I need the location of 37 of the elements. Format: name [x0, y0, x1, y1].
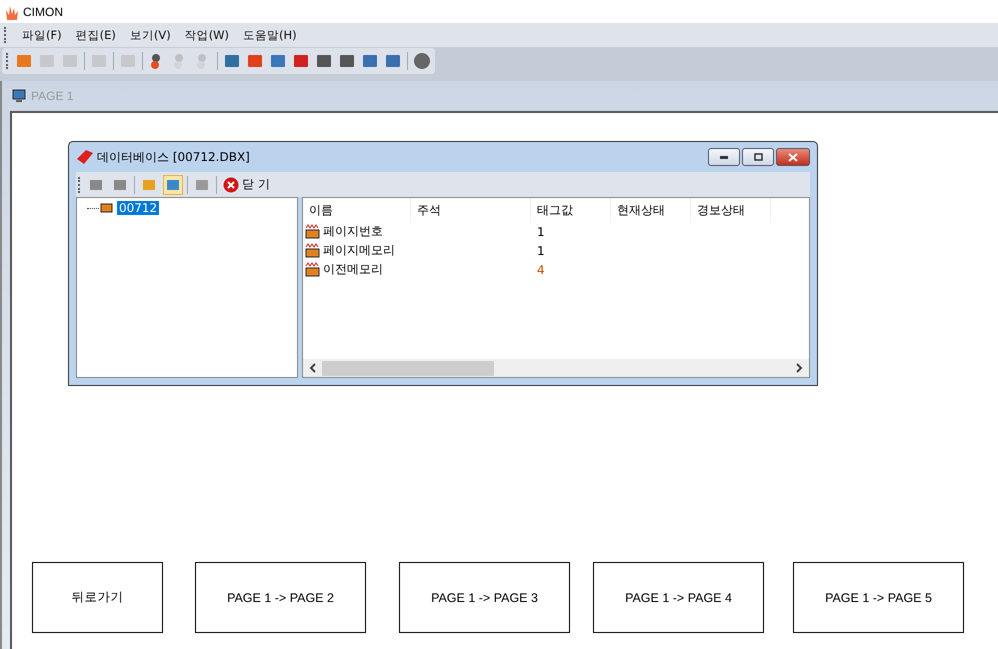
column-header[interactable]: 태그값: [531, 198, 611, 222]
menu-item[interactable]: 보기(V): [130, 28, 171, 42]
page-button[interactable]: PAGE 1 -> PAGE 3: [399, 562, 570, 633]
monitor-icon: [12, 89, 26, 103]
menu-item[interactable]: 편집(E): [76, 28, 116, 42]
close-icon: [788, 152, 798, 162]
column-header[interactable]: 주석: [411, 198, 531, 222]
column-header[interactable]: 이름: [303, 198, 411, 222]
page-button[interactable]: PAGE 1 -> PAGE 2: [195, 562, 366, 633]
minimize-button[interactable]: [708, 148, 740, 166]
column-header[interactable]: 경보상태: [691, 198, 771, 222]
menu-item[interactable]: 파일(F): [22, 28, 62, 42]
tag-value: 1: [537, 224, 545, 238]
tag-name[interactable]: 페이지번호: [323, 223, 383, 240]
restore-button[interactable]: [742, 148, 774, 166]
tag-value: 4: [537, 262, 545, 276]
minimize-icon: [720, 156, 728, 158]
tag-name[interactable]: 페이지메모리: [323, 242, 395, 259]
scroll-thumb[interactable]: [322, 360, 494, 376]
horizontal-scrollbar[interactable]: [303, 359, 809, 377]
zoom-button[interactable]: [163, 174, 183, 194]
column-header[interactable]: 현재상태: [611, 198, 691, 222]
menu-item[interactable]: 도움말(H): [243, 28, 297, 42]
tree-item[interactable]: 00712: [117, 201, 160, 215]
page-title: PAGE 1: [31, 89, 74, 103]
menu-item[interactable]: 작업(W): [184, 28, 230, 42]
page-button[interactable]: PAGE 1 -> PAGE 4: [593, 562, 764, 633]
restore-icon: [754, 153, 762, 161]
page-button[interactable]: 뒤로가기: [32, 562, 163, 633]
app-title: CIMON: [23, 4, 63, 18]
dialog-title: 데이터베이스 [00712.DBX]: [97, 148, 250, 166]
page-button[interactable]: PAGE 1 -> PAGE 5: [793, 562, 964, 633]
close-button[interactable]: [776, 148, 810, 166]
tag-name[interactable]: 이전메모리: [323, 261, 383, 278]
close-icon: [223, 176, 239, 192]
close-dialog-button[interactable]: 닫 기: [221, 174, 272, 195]
tag-value: 1: [537, 244, 545, 258]
